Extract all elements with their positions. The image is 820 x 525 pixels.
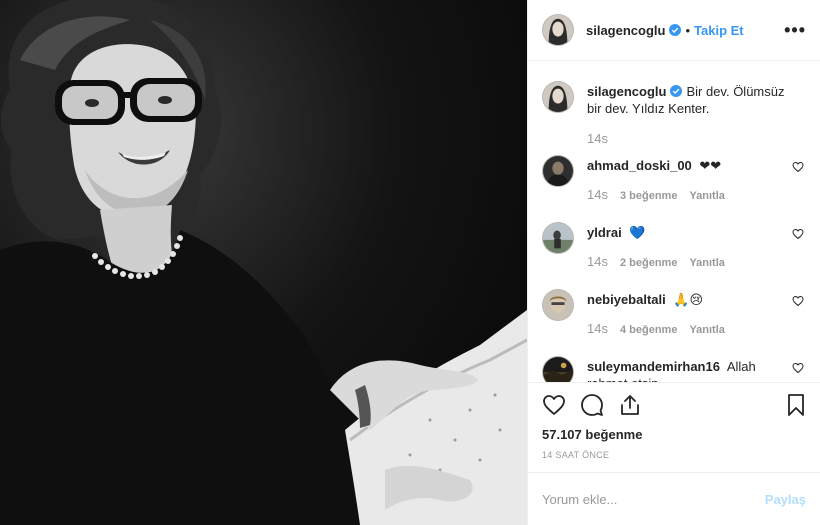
reply-button[interactable]: Yanıtla bbox=[689, 190, 724, 202]
caption-time[interactable]: 14s bbox=[587, 131, 608, 146]
post-time-ago[interactable]: 14 SAAT ÖNCE bbox=[542, 450, 806, 460]
bookmark-icon[interactable] bbox=[784, 393, 808, 417]
portrait-illustration bbox=[0, 0, 527, 525]
comment-item: ahmad_doski_00 ❤❤ 14s 3 beğenme Yanıtla bbox=[542, 155, 804, 202]
comment-item: yldrai 💙 14s 2 beğenme Yanıtla bbox=[542, 222, 804, 269]
verified-badge-icon bbox=[669, 24, 682, 36]
like-comment-heart-icon[interactable] bbox=[792, 362, 804, 374]
likes-count[interactable]: 57.107 beğenme bbox=[542, 427, 806, 442]
comment-text-block: nebiyebaltali 🙏😢 bbox=[587, 289, 797, 308]
comment-text-block: ahmad_doski_00 ❤❤ bbox=[587, 155, 797, 174]
comment-text: 🙏😢 bbox=[673, 292, 704, 307]
comment-item: suleymandemirhan16 Allah rahmet etsin. bbox=[542, 356, 804, 382]
verified-badge-icon bbox=[670, 85, 683, 97]
comments-list[interactable]: silagencoglu Bir dev. Ölümsüz bir dev. Yı… bbox=[528, 61, 820, 382]
comment-text: 💙 bbox=[629, 225, 646, 240]
post-actions: 57.107 beğenme 14 SAAT ÖNCE bbox=[528, 382, 820, 472]
like-comment-heart-icon[interactable] bbox=[792, 161, 804, 173]
comment-text-block: yldrai 💙 bbox=[587, 222, 797, 241]
comment-time[interactable]: 14s bbox=[587, 321, 608, 336]
comment-time[interactable]: 14s bbox=[587, 254, 608, 269]
share-upload-icon[interactable] bbox=[618, 393, 642, 417]
comment-text: ❤❤ bbox=[699, 158, 722, 173]
commenter-avatar[interactable] bbox=[542, 155, 574, 187]
reply-button[interactable]: Yanıtla bbox=[689, 257, 724, 269]
comment-item: nebiyebaltali 🙏😢 14s 4 beğenme Yanıtla bbox=[542, 289, 804, 336]
author-avatar[interactable] bbox=[542, 81, 574, 113]
post-photo[interactable] bbox=[0, 0, 527, 525]
comment-time[interactable]: 14s bbox=[587, 187, 608, 202]
reply-button[interactable]: Yanıtla bbox=[689, 324, 724, 336]
comment-username[interactable]: yldrai bbox=[587, 225, 622, 240]
like-heart-icon[interactable] bbox=[542, 393, 566, 417]
comment-likes[interactable]: 4 beğenme bbox=[620, 324, 677, 336]
post-header: silagencoglu • Takip Et ••• bbox=[528, 0, 820, 61]
comment-text-block: suleymandemirhan16 Allah rahmet etsin. bbox=[587, 356, 797, 382]
like-comment-heart-icon[interactable] bbox=[792, 295, 804, 307]
comment-bubble-icon[interactable] bbox=[580, 393, 604, 417]
author-avatar[interactable] bbox=[542, 14, 574, 46]
comment-username[interactable]: nebiyebaltali bbox=[587, 292, 666, 307]
add-comment-bar: Paylaş bbox=[528, 472, 820, 525]
comment-input[interactable] bbox=[542, 491, 765, 507]
caption: silagencoglu Bir dev. Ölümsüz bir dev. Yı… bbox=[542, 81, 804, 146]
separator-dot: • bbox=[685, 22, 691, 38]
follow-button[interactable]: Takip Et bbox=[694, 23, 744, 38]
caption-username[interactable]: silagencoglu bbox=[587, 84, 666, 99]
author-username[interactable]: silagencoglu bbox=[586, 23, 665, 38]
comment-username[interactable]: ahmad_doski_00 bbox=[587, 158, 692, 173]
commenter-avatar[interactable] bbox=[542, 356, 574, 382]
comment-likes[interactable]: 2 beğenme bbox=[620, 257, 677, 269]
post-sidebar: silagencoglu • Takip Et ••• silagencoglu… bbox=[527, 0, 820, 525]
caption-text-block: silagencoglu Bir dev. Ölümsüz bir dev. Yı… bbox=[587, 81, 797, 117]
comment-username[interactable]: suleymandemirhan16 bbox=[587, 359, 720, 374]
action-icons bbox=[542, 393, 806, 417]
post-comment-button[interactable]: Paylaş bbox=[765, 492, 806, 507]
more-options-icon[interactable]: ••• bbox=[784, 20, 806, 41]
like-comment-heart-icon[interactable] bbox=[792, 228, 804, 240]
comment-likes[interactable]: 3 beğenme bbox=[620, 190, 677, 202]
commenter-avatar[interactable] bbox=[542, 289, 574, 321]
commenter-avatar[interactable] bbox=[542, 222, 574, 254]
instagram-post-modal: silagencoglu • Takip Et ••• silagencoglu… bbox=[0, 0, 820, 525]
